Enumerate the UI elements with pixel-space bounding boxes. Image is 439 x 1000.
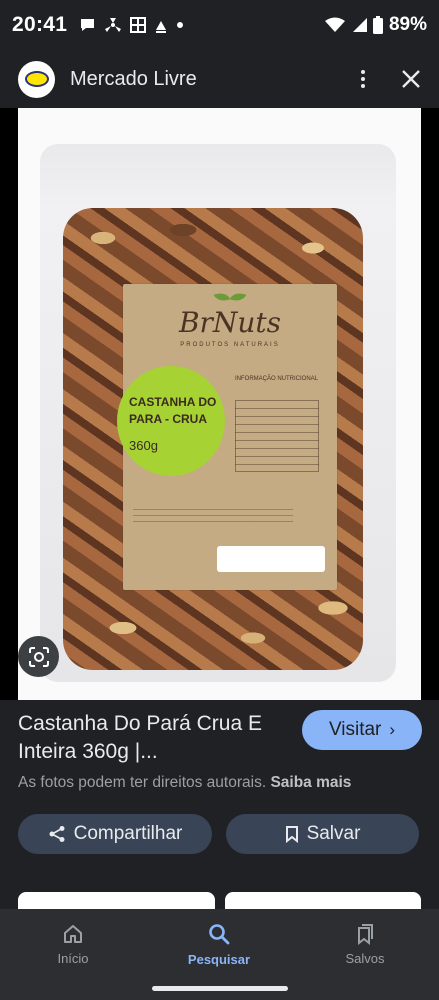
- nav-search[interactable]: Pesquisar: [164, 909, 274, 979]
- signal-icon: [352, 18, 367, 32]
- chat-icon: [81, 19, 95, 31]
- nav-saved[interactable]: Salvos: [310, 909, 420, 979]
- upload-icon: [156, 21, 167, 33]
- bookmark-icon: [285, 826, 298, 843]
- bottom-navigation: Início Pesquisar Salvos: [0, 909, 439, 1000]
- leaf-icon: [215, 292, 245, 306]
- product-title[interactable]: Castanha Do Pará Crua E Inteira 360g |..…: [18, 710, 288, 766]
- more-options-icon[interactable]: [353, 70, 373, 88]
- mercado-livre-logo: [18, 60, 55, 98]
- nav-home[interactable]: Início: [18, 909, 128, 979]
- brand-logo: BrNuts: [178, 306, 282, 339]
- save-label: Salvar: [306, 823, 361, 844]
- product-name-label: CASTANHA DO PARA - CRUA: [129, 395, 217, 427]
- share-button[interactable]: Compartilhar: [18, 814, 212, 854]
- system-icons: 89%: [324, 14, 427, 36]
- brand-subtitle: PRODUTOS NATURAIS: [180, 342, 280, 348]
- search-icon: [209, 923, 230, 944]
- nav-search-label: Pesquisar: [187, 951, 251, 967]
- image-viewer[interactable]: BrNuts PRODUTOS NATURAIS CASTANHA DO PAR…: [0, 108, 439, 700]
- fan-icon: [105, 18, 122, 32]
- share-label: Compartilhar: [73, 823, 183, 844]
- dot-icon: [177, 22, 184, 28]
- handshake-icon: [24, 71, 49, 87]
- wifi-icon: [324, 17, 345, 32]
- home-icon: [64, 924, 82, 943]
- status-bar: 20:41 89%: [0, 0, 439, 50]
- lens-icon: [28, 646, 49, 667]
- product-label: BrNuts PRODUTOS NATURAIS CASTANHA DO PAR…: [117, 284, 337, 590]
- notification-icons: [79, 17, 184, 33]
- chevron-right-icon: ›: [389, 720, 396, 739]
- close-icon[interactable]: [401, 69, 421, 89]
- app-header: Mercado Livre: [0, 50, 439, 108]
- battery-icon: [372, 16, 383, 34]
- label-sticker: [217, 546, 325, 572]
- nutrition-table: [235, 400, 319, 472]
- share-icon: [49, 826, 65, 842]
- nav-home-label: Início: [57, 950, 89, 966]
- visit-label: Visitar: [328, 719, 382, 740]
- learn-more-link[interactable]: Saiba mais: [270, 774, 351, 791]
- nutrition-title: INFORMAÇÃO NUTRICIONAL: [235, 376, 319, 382]
- copyright-notice: As fotos podem ter direitos autorais. Sa…: [18, 774, 351, 792]
- site-title: Mercado Livre: [70, 67, 197, 90]
- grid-icon: [130, 17, 147, 33]
- product-weight: 360g: [129, 438, 158, 453]
- google-lens-button[interactable]: [18, 636, 59, 677]
- gesture-handle[interactable]: [152, 986, 288, 991]
- product-badge: CASTANHA DO PARA - CRUA 360g: [117, 366, 225, 476]
- company-info: [133, 504, 293, 524]
- status-time: 20:41: [12, 13, 68, 36]
- bookmarks-icon: [358, 923, 373, 945]
- visit-button[interactable]: Visitar ›: [302, 710, 422, 750]
- product-image[interactable]: BrNuts PRODUTOS NATURAIS CASTANHA DO PAR…: [18, 108, 421, 700]
- save-button[interactable]: Salvar: [226, 814, 419, 854]
- nav-saved-label: Salvos: [345, 950, 385, 966]
- header-actions: [353, 69, 421, 89]
- rights-text: As fotos podem ter direitos autorais.: [18, 774, 267, 791]
- battery-percent: 89%: [388, 14, 427, 35]
